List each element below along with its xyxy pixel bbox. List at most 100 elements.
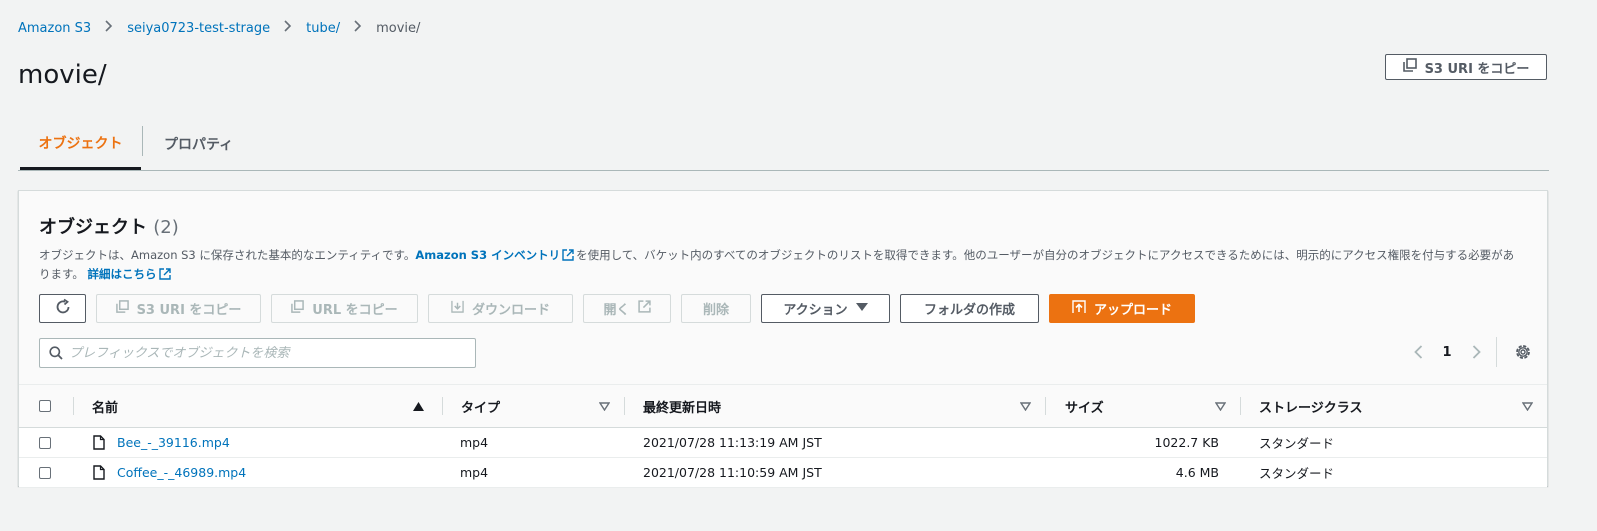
delete-button[interactable]: 削除 [681, 294, 751, 323]
breadcrumb-item-tube[interactable]: tube/ [306, 21, 340, 36]
delete-button-label: 削除 [702, 303, 729, 318]
column-storage-label: ストレージクラス [1259, 400, 1363, 416]
tab-divider [142, 126, 143, 156]
select-all-checkbox[interactable] [39, 400, 51, 412]
object-last-modified: 2021/07/28 11:10:59 AM JST [643, 465, 822, 480]
sort-icon [1019, 400, 1032, 415]
column-header-size[interactable]: サイズ [1065, 385, 1240, 427]
column-type-label: タイプ [461, 400, 501, 416]
external-link-icon [562, 248, 574, 261]
table-header: 名前 タイプ 最終更新日時 サイズ ストレージクラス [19, 384, 1547, 428]
select-all-cell [39, 385, 73, 427]
objects-table: 名前 タイプ 最終更新日時 サイズ ストレージクラス Bee_-_39116.m… [19, 384, 1547, 488]
objects-panel-title: オブジェクト [39, 217, 147, 238]
caret-down-icon [855, 301, 868, 316]
download-button[interactable]: ダウンロード [428, 294, 573, 323]
objects-count: (2) [153, 217, 179, 238]
learn-more-link[interactable]: 詳細はこちら [88, 267, 157, 281]
copy-s3-uri-label: S3 URI をコピー [1424, 61, 1530, 77]
object-type: mp4 [460, 435, 489, 450]
object-size: 4.6 MB [1175, 465, 1219, 480]
object-name-link[interactable]: Coffee_-_46989.mp4 [117, 458, 246, 487]
download-icon [451, 300, 464, 317]
row-checkbox[interactable] [39, 436, 51, 449]
breadcrumb-item-bucket[interactable]: seiya0723-test-strage [127, 21, 270, 36]
refresh-button[interactable] [39, 294, 86, 323]
upload-button[interactable]: アップロード [1049, 294, 1195, 323]
tab-objects[interactable]: オブジェクト [20, 118, 141, 170]
object-size: 1022.7 KB [1154, 435, 1219, 450]
objects-panel: オブジェクト (2) オブジェクトは、Amazon S3 に保存された基本的なエ… [18, 190, 1548, 488]
column-header-name[interactable]: 名前 [92, 385, 442, 427]
copy-url-button[interactable]: URL をコピー [271, 294, 418, 323]
column-modified-label: 最終更新日時 [643, 400, 722, 416]
object-last-modified: 2021/07/28 11:13:19 AM JST [643, 435, 822, 450]
page-number[interactable]: 1 [1432, 345, 1462, 360]
copy-s3-uri-button-label: S3 URI をコピー [136, 303, 242, 318]
column-divider [73, 397, 74, 415]
object-name-link[interactable]: Bee_-_39116.mp4 [117, 428, 230, 457]
copy-icon [115, 300, 129, 317]
copy-url-button-label: URL をコピー [312, 303, 398, 318]
next-page-icon[interactable] [1462, 345, 1490, 359]
download-button-label: ダウンロード [471, 303, 550, 318]
pagination-divider [1496, 337, 1497, 367]
create-folder-button-label: フォルダの作成 [923, 303, 1015, 318]
objects-description: オブジェクトは、Amazon S3 に保存された基本的なエンティティです。Ama… [39, 246, 1519, 284]
sort-icon [1521, 400, 1534, 415]
row-checkbox[interactable] [39, 466, 51, 479]
file-icon [93, 458, 105, 487]
create-folder-button[interactable]: フォルダの作成 [900, 294, 1039, 323]
tab-bar: オブジェクト プロパティ [18, 118, 1549, 171]
sort-icon [598, 400, 611, 415]
column-header-type[interactable]: タイプ [461, 385, 624, 427]
object-storage-class: スタンダード [1259, 466, 1335, 481]
row-select-cell [39, 458, 51, 487]
actions-dropdown-button[interactable]: アクション [761, 294, 890, 323]
object-name[interactable]: Coffee_-_46989.mp4 [117, 465, 246, 480]
upload-icon [1072, 299, 1086, 318]
previous-page-icon[interactable] [1404, 345, 1432, 359]
search-icon [49, 346, 63, 360]
file-icon [93, 428, 105, 457]
actions-button-label: アクション [783, 303, 848, 318]
breadcrumb-item-amazon-s3[interactable]: Amazon S3 [18, 21, 91, 36]
object-name[interactable]: Bee_-_39116.mp4 [117, 435, 230, 450]
column-size-label: サイズ [1065, 400, 1104, 416]
refresh-icon [54, 298, 72, 320]
row-select-cell [39, 428, 51, 457]
external-link-icon [158, 267, 171, 280]
open-button-label: 開く [603, 303, 630, 318]
copy-s3-uri-header-button[interactable]: S3 URI をコピー [1385, 54, 1547, 80]
column-header-storage-class[interactable]: ストレージクラス [1259, 385, 1547, 427]
sort-ascending-icon [413, 400, 424, 415]
copy-icon [1402, 58, 1417, 76]
object-type: mp4 [460, 465, 489, 480]
sort-icon [1214, 400, 1227, 415]
search-input[interactable] [63, 340, 475, 366]
copy-s3-uri-button[interactable]: S3 URI をコピー [96, 294, 261, 323]
copy-icon [291, 300, 305, 317]
table-row[interactable]: Coffee_-_46989.mp4 mp4 2021/07/28 11:10:… [19, 458, 1547, 488]
gear-icon[interactable] [1509, 343, 1537, 361]
upload-button-label: アップロード [1093, 303, 1172, 318]
column-name-label: 名前 [92, 400, 119, 416]
column-header-last-modified[interactable]: 最終更新日時 [643, 385, 1045, 427]
table-row[interactable]: Bee_-_39116.mp4 mp4 2021/07/28 11:13:19 … [19, 428, 1547, 458]
breadcrumb: Amazon S3 seiya0723-test-strage tube/ mo… [18, 20, 420, 36]
breadcrumb-current: movie/ [376, 20, 421, 36]
column-divider [1045, 397, 1046, 415]
open-button[interactable]: 開く [583, 294, 671, 323]
page-title: movie/ [18, 60, 107, 90]
inventory-link[interactable]: Amazon S3 インベントリ [415, 248, 560, 262]
column-divider [624, 397, 625, 415]
column-divider [1240, 397, 1241, 415]
object-storage-class: スタンダード [1259, 436, 1335, 451]
search-box [39, 338, 476, 368]
chevron-right-icon [284, 20, 292, 36]
tab-properties[interactable]: プロパティ [164, 118, 233, 170]
pagination: 1 [1404, 337, 1537, 367]
chevron-right-icon [354, 20, 362, 36]
objects-panel-header: オブジェクト (2) [39, 213, 179, 239]
external-link-icon [637, 300, 651, 317]
